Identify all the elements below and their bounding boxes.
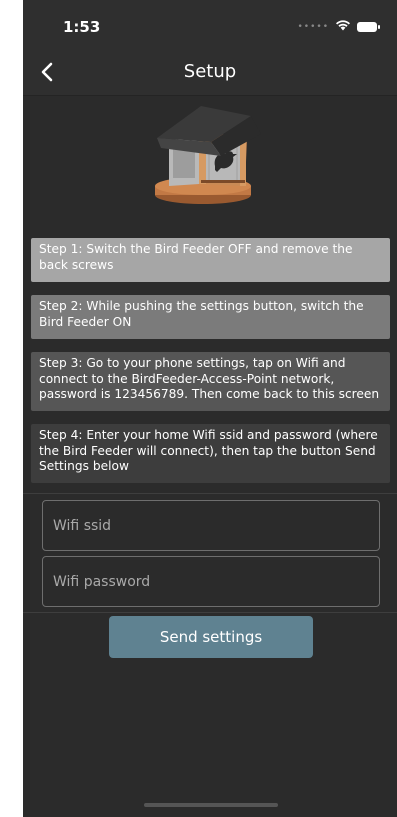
step-2-instruction: Step 2: While pushing the settings butto…: [31, 295, 390, 339]
form-bottom-divider: [23, 612, 397, 613]
home-indicator: [144, 803, 278, 807]
bird-feeder-image: [151, 104, 263, 210]
wifi-password-input[interactable]: [42, 556, 380, 607]
send-settings-button[interactable]: Send settings: [109, 616, 313, 658]
status-icons: •••••: [297, 18, 380, 36]
battery-icon: [357, 22, 380, 32]
step-3-instruction: Step 3: Go to your phone settings, tap o…: [31, 352, 390, 411]
navigation-bar: Setup: [23, 50, 397, 96]
form-top-divider: [23, 493, 397, 494]
wifi-icon: [335, 18, 351, 36]
setup-screen: 1:53 ••••• Setup Step 1: Switch the Bird…: [23, 0, 397, 817]
signal-dots-icon: •••••: [297, 22, 329, 32]
status-bar: 1:53 •••••: [23, 0, 397, 50]
wifi-ssid-input[interactable]: [42, 500, 380, 551]
step-1-instruction: Step 1: Switch the Bird Feeder OFF and r…: [31, 238, 390, 282]
status-time: 1:53: [63, 18, 101, 36]
page-title: Setup: [183, 61, 237, 82]
step-4-instruction: Step 4: Enter your home Wifi ssid and pa…: [31, 424, 390, 483]
